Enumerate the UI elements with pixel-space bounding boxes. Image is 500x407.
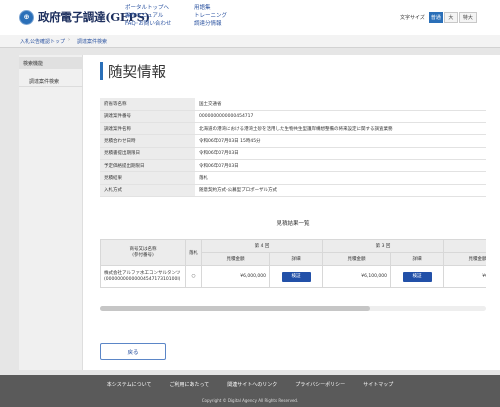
detail-cell: 検証 bbox=[390, 265, 445, 288]
results-table-scroll-area[interactable]: 商号又は名称 (参付番号) 落札 第 4 回 第 3 回 第 見積金額 詳細 見… bbox=[100, 239, 486, 289]
info-label: 調達案件番号 bbox=[100, 110, 195, 124]
footer-copyright: Copyright © Digital Agency All Rights Re… bbox=[201, 398, 299, 403]
amount-cell: ¥6,180,000 bbox=[443, 265, 486, 288]
amount-cell: ¥6,000,000 bbox=[201, 265, 270, 288]
font-size-xlarge-button[interactable]: 特大 bbox=[458, 12, 477, 23]
footer-link-sitemap[interactable]: サイトマップ bbox=[363, 381, 393, 388]
font-size-switcher: 文字サイズ 普通 大 特大 bbox=[400, 12, 477, 23]
scrollbar-thumb[interactable] bbox=[100, 306, 370, 311]
info-value: 随意契約方式-公募型プロポーザル方式 bbox=[195, 184, 486, 197]
col-header-award: 落札 bbox=[185, 239, 202, 266]
breadcrumb: 入札公告確認トップ › 調達案件検索 bbox=[0, 35, 500, 48]
font-size-normal-button[interactable]: 普通 bbox=[428, 12, 443, 23]
table-row: 株式会社アルファ水工コンサルタンツ (000000000000045471731… bbox=[100, 265, 486, 288]
info-value: 北海道の港湾における港湾土砂を活用した生物共生型護岸構想整備の将来設定に関する調… bbox=[195, 122, 486, 136]
site-header: ⊕ 政府電子調達(GEPS) ポータルトップへ 操作マニュアル FAQ･お問い合… bbox=[0, 0, 500, 35]
info-value: 落札 bbox=[195, 171, 486, 185]
info-label: 見積書提出期限日 bbox=[100, 147, 195, 160]
info-label: 予定価格提出期限日 bbox=[100, 159, 195, 173]
sidebar-heading: 検索機能 bbox=[19, 57, 83, 69]
company-name: 株式会社アルファ水工コンサルタンツ bbox=[104, 270, 181, 276]
font-size-label: 文字サイズ bbox=[400, 15, 425, 21]
info-label: 見積合わせ日時 bbox=[100, 134, 195, 148]
footer-links: 本システムについて ご利用にあたって 関連サイトへのリンク プライバシーポリシー… bbox=[0, 381, 500, 388]
table-row: 予定価格提出期限日 令和06年07月03日 bbox=[100, 159, 486, 173]
geps-logo-icon: ⊕ bbox=[19, 9, 34, 25]
company-number: (0000000000000454717310100I) bbox=[104, 276, 181, 282]
company-cell: 株式会社アルファ水工コンサルタンツ (000000000000045471731… bbox=[100, 265, 186, 288]
footer-link-privacy[interactable]: プライバシーポリシー bbox=[295, 381, 345, 388]
sidebar: 検索機能 調達案件検索 bbox=[19, 55, 83, 370]
breadcrumb-separator: › bbox=[68, 37, 70, 43]
sidebar-item-case-search[interactable]: 調達案件検索 bbox=[19, 75, 83, 87]
font-size-large-button[interactable]: 大 bbox=[443, 12, 458, 23]
breadcrumb-item-search[interactable]: 調達案件検索 bbox=[77, 38, 107, 45]
amount-cell: ¥6,100,000 bbox=[322, 265, 392, 288]
table-row: 見積書提出期限日 令和06年07月03日 bbox=[100, 147, 486, 160]
info-label: 入札方式 bbox=[100, 184, 195, 197]
detail-button[interactable]: 検証 bbox=[281, 271, 311, 282]
footer-link-related[interactable]: 関連サイトへのリンク bbox=[227, 381, 277, 388]
footer-link-terms[interactable]: ご利用にあたって bbox=[170, 381, 210, 388]
page-title: 随契情報 bbox=[108, 65, 166, 81]
col-header-round: 第 bbox=[443, 239, 486, 253]
col-header-company-label: 商号又は名称 (参付番号) bbox=[129, 246, 157, 258]
table-row: 入札方式 随意契約方式-公募型プロポーザル方式 bbox=[100, 184, 486, 197]
col-header-detail: 詳細 bbox=[390, 252, 445, 266]
nav-procurement-info[interactable]: 調達分情報 bbox=[194, 20, 227, 28]
results-title: 見積結果一覧 bbox=[276, 221, 310, 227]
col-header-amount: 見積金額 bbox=[322, 252, 392, 266]
breadcrumb-item-top[interactable]: 入札公告確認トップ bbox=[20, 38, 65, 45]
award-cell: ○ bbox=[185, 265, 202, 288]
info-label: 府省等名称 bbox=[100, 98, 195, 111]
info-value: 0000000000000454717 bbox=[195, 110, 486, 124]
col-header-round: 第 4 回 bbox=[200, 239, 324, 253]
header-nav-primary: ポータルトップへ 操作マニュアル FAQ･お問い合わせ bbox=[125, 4, 171, 29]
nav-faq[interactable]: FAQ･お問い合わせ bbox=[125, 20, 171, 28]
back-button[interactable]: 戻る bbox=[100, 343, 166, 360]
col-header-company: 商号又は名称 (参付番号) bbox=[100, 239, 186, 266]
info-value: 令和06年07月03日 bbox=[195, 159, 486, 173]
detail-cell: 検証 bbox=[268, 265, 324, 288]
col-header-detail: 詳細 bbox=[268, 252, 324, 266]
table-row: 見積合わせ日時 令和06年07月03日 15時45分 bbox=[100, 134, 486, 148]
info-label: 見積結果 bbox=[100, 171, 195, 185]
results-table: 商号又は名称 (参付番号) 落札 第 4 回 第 3 回 第 見積金額 詳細 見… bbox=[100, 239, 486, 288]
info-label: 調達案件名称 bbox=[100, 122, 195, 136]
detail-button[interactable]: 検証 bbox=[402, 271, 432, 282]
table-row: 府省等名称 国土交通省 bbox=[100, 98, 486, 111]
table-row: 調達案件名称 北海道の港湾における港湾土砂を活用した生物共生型護岸構想整備の将来設… bbox=[100, 122, 486, 136]
horizontal-scrollbar[interactable] bbox=[100, 306, 486, 311]
nav-portal-top[interactable]: ポータルトップへ bbox=[125, 4, 171, 12]
title-accent-bar bbox=[100, 62, 103, 80]
info-value: 国土交通省 bbox=[195, 98, 486, 111]
col-header-amount: 見積金額 bbox=[443, 252, 486, 266]
table-row: 見積結果 落札 bbox=[100, 171, 486, 185]
header-nav-secondary: 用語集 トレーニング 調達分情報 bbox=[194, 4, 227, 29]
site-footer: 本システムについて ご利用にあたって 関連サイトへのリンク プライバシーポリシー… bbox=[0, 375, 500, 407]
nav-manual[interactable]: 操作マニュアル bbox=[125, 12, 171, 20]
info-value: 令和06年07月03日 bbox=[195, 147, 486, 160]
col-header-round: 第 3 回 bbox=[322, 239, 445, 253]
footer-link-about[interactable]: 本システムについて bbox=[107, 381, 152, 388]
table-row: 調達案件番号 0000000000000454717 bbox=[100, 110, 486, 124]
contract-info-table: 府省等名称 国土交通省 調達案件番号 0000000000000454717 調達案… bbox=[100, 98, 486, 197]
info-value: 令和06年07月03日 15時45分 bbox=[195, 134, 486, 148]
nav-training[interactable]: トレーニング bbox=[194, 12, 227, 20]
col-header-amount: 見積金額 bbox=[201, 252, 270, 266]
nav-glossary[interactable]: 用語集 bbox=[194, 4, 227, 12]
